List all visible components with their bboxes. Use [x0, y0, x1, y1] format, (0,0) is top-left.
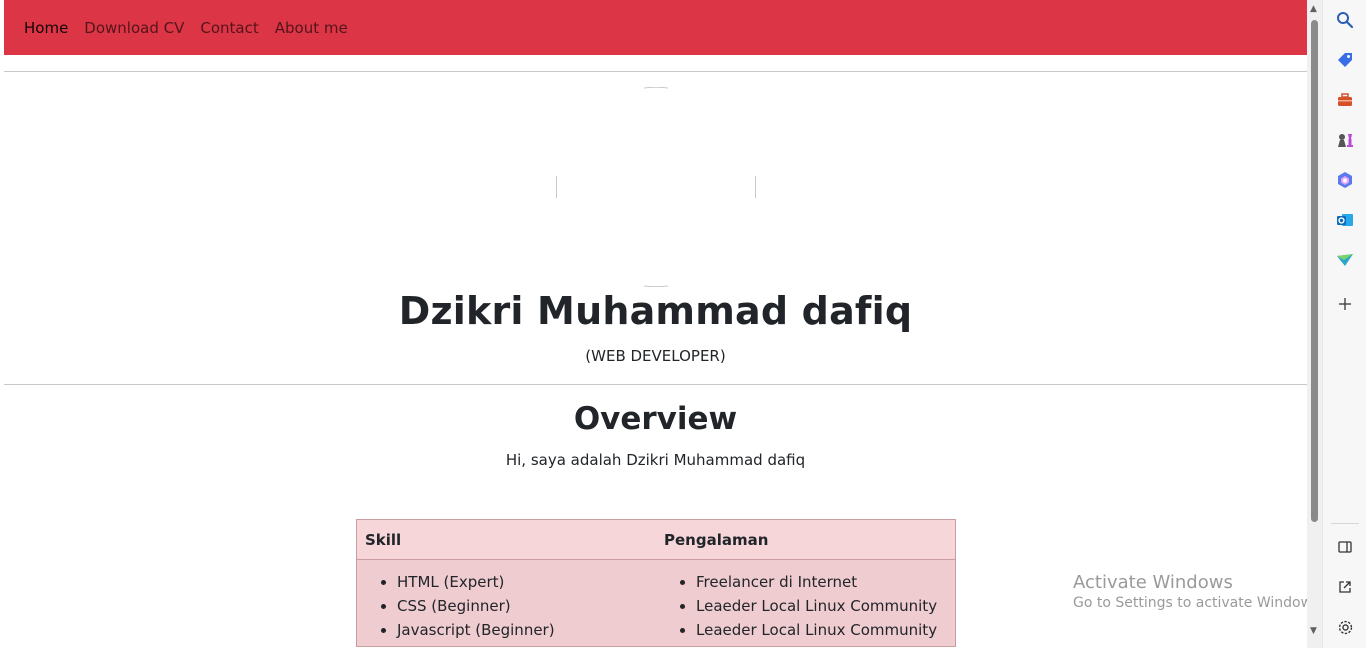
skill-list: HTML (Expert) CSS (Beginner) Javascript …: [357, 570, 656, 642]
experience-item: Leaeder Local Linux Community: [696, 618, 955, 642]
watermark-subtitle: Go to Settings to activate Windows.: [1073, 595, 1324, 611]
nav-download-cv[interactable]: Download CV: [84, 19, 184, 37]
send-icon[interactable]: [1333, 248, 1357, 272]
profile-role: (WEB DEVELOPER): [585, 347, 726, 365]
search-icon[interactable]: [1333, 8, 1357, 32]
skill-cell: HTML (Expert) CSS (Beginner) Javascript …: [356, 559, 656, 647]
divider-middle: [4, 384, 1307, 385]
skill-item: Javascript (Beginner): [397, 618, 656, 642]
chess-icon[interactable]: [1333, 128, 1357, 152]
skill-item: CSS (Beginner): [397, 594, 656, 618]
external-link-icon[interactable]: [1333, 575, 1357, 599]
divider-top: [4, 71, 1307, 72]
outlook-icon[interactable]: [1333, 208, 1357, 232]
experience-item: Leaeder Local Linux Community: [696, 594, 955, 618]
scroll-down-icon[interactable]: ▼: [1310, 626, 1317, 636]
skill-header: Skill: [356, 519, 656, 560]
watermark-title: Activate Windows: [1073, 572, 1233, 593]
experience-cell: Freelancer di Internet Leaeder Local Lin…: [656, 559, 956, 647]
settings-icon[interactable]: [1333, 615, 1357, 639]
tag-icon[interactable]: [1333, 48, 1357, 72]
nav-about-me[interactable]: About me: [275, 19, 348, 37]
experience-header: Pengalaman: [656, 519, 956, 560]
skill-item: HTML (Expert): [397, 570, 656, 594]
navbar: Home Download CV Contact About me: [4, 0, 1307, 55]
skills-table: Skill Pengalaman HTML (Expert) CSS (Begi…: [356, 519, 956, 647]
overview-text: Hi, saya adalah Dzikri Muhammad dafiq: [505, 451, 806, 469]
overview-title: Overview: [573, 401, 738, 437]
profile-photo: [556, 86, 756, 288]
edge-sidebar: [1322, 0, 1366, 648]
experience-list: Freelancer di Internet Leaeder Local Lin…: [656, 570, 955, 642]
activate-windows-watermark: Activate Windows Go to Settings to activ…: [1073, 572, 1324, 611]
add-icon[interactable]: [1333, 292, 1357, 316]
sidebar-divider: [1331, 523, 1359, 524]
nav-contact[interactable]: Contact: [200, 19, 258, 37]
nav-home[interactable]: Home: [24, 19, 68, 37]
browser-viewport: Home Download CV Contact About me Dzikri…: [4, 0, 1307, 648]
profile-name: Dzikri Muhammad dafiq: [398, 289, 913, 333]
page-scrollbar[interactable]: ▲ ▼: [1307, 0, 1322, 648]
scroll-up-icon[interactable]: ▲: [1310, 4, 1317, 14]
scroll-thumb[interactable]: [1311, 20, 1318, 522]
toolbox-icon[interactable]: [1333, 88, 1357, 112]
copilot-icon[interactable]: [1333, 168, 1357, 192]
split-screen-icon[interactable]: [1333, 535, 1357, 559]
experience-item: Freelancer di Internet: [696, 570, 955, 594]
